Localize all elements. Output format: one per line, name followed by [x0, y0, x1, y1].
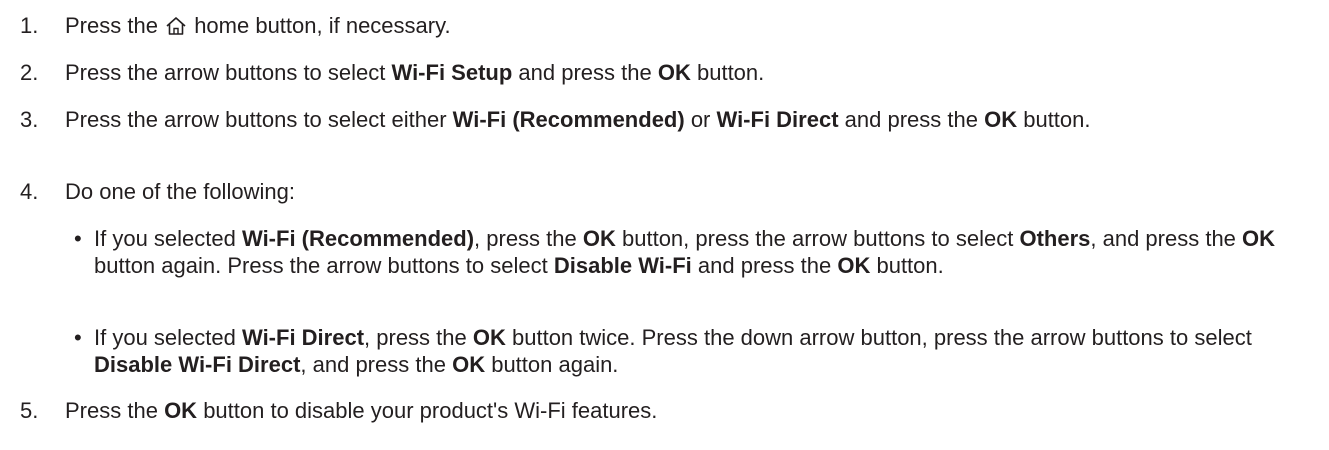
- bullet-text-part: , press the: [364, 325, 467, 350]
- menu-option-name: Wi-Fi Direct: [242, 325, 365, 350]
- bullet-text-part: , and press the: [300, 352, 446, 377]
- menu-option-name: Wi-Fi Direct: [716, 107, 839, 132]
- menu-option-name: Disable Wi-Fi: [553, 253, 692, 278]
- step-text: Press the home button, if necessary.: [65, 12, 1315, 39]
- step-text: Press the arrow buttons to select either…: [65, 106, 1315, 133]
- menu-option-name: Disable Wi-Fi Direct: [94, 352, 301, 377]
- bullet-text: If you selected Wi-Fi Direct, press the …: [94, 324, 1319, 378]
- bullet-text-part: If you selected: [94, 325, 236, 350]
- step-text-part: Press the: [65, 398, 158, 423]
- instruction-list: 1. Press the home button, if necessary. …: [0, 0, 1329, 450]
- bullet-text-part: button twice. Press the down arrow butto…: [512, 325, 1252, 350]
- home-icon: [166, 17, 186, 35]
- step-text-part: Press the: [65, 13, 158, 38]
- step-text-part: button.: [696, 60, 765, 85]
- menu-option-name: Others: [1019, 226, 1091, 251]
- menu-option-name: Wi-Fi (Recommended): [452, 107, 685, 132]
- step-text-part: button to disable your product's Wi-Fi f…: [203, 398, 658, 423]
- menu-option-name: Wi-Fi Setup: [391, 60, 513, 85]
- bullet-text-part: If you selected: [94, 226, 236, 251]
- button-name: OK: [657, 60, 691, 85]
- step-text-part: button.: [1023, 107, 1091, 132]
- step-number: 3.: [20, 107, 39, 132]
- button-name: OK: [164, 398, 198, 423]
- menu-option-name: Wi-Fi (Recommended): [242, 226, 475, 251]
- step-number: 5.: [20, 398, 39, 423]
- step-text: Press the OK button to disable your prod…: [65, 397, 1315, 424]
- bullet-text-part: , press the: [474, 226, 577, 251]
- step-text-part: and press the: [518, 60, 652, 85]
- button-name: OK: [472, 325, 506, 350]
- button-name: OK: [582, 226, 616, 251]
- step-number: 2.: [20, 60, 39, 85]
- button-name: OK: [1242, 226, 1276, 251]
- bullet-text-part: button.: [876, 253, 944, 278]
- bullet-text-part: and press the: [697, 253, 832, 278]
- button-name: OK: [452, 352, 486, 377]
- bullet-icon: •: [74, 325, 82, 350]
- step-text: Press the arrow buttons to select Wi-Fi …: [65, 59, 1315, 86]
- button-name: OK: [837, 253, 871, 278]
- bullet-text: If you selected Wi-Fi (Recommended), pre…: [94, 225, 1319, 279]
- step-text-part: home button, if necessary.: [194, 13, 451, 38]
- bullet-icon: •: [74, 226, 82, 251]
- step-text: Do one of the following:: [65, 179, 295, 204]
- step-text-part: and press the: [844, 107, 978, 132]
- button-name: OK: [984, 107, 1018, 132]
- step-text-part: or: [690, 107, 711, 132]
- bullet-text-part: , and press the: [1090, 226, 1236, 251]
- step-number: 1.: [20, 13, 39, 38]
- step-number: 4.: [20, 179, 39, 204]
- bullet-text-part: button again.: [491, 352, 619, 377]
- bullet-text-part: button, press the arrow buttons to selec…: [622, 226, 1014, 251]
- bullet-text-part: button again. Press the arrow buttons to…: [94, 253, 548, 278]
- step-text-part: Press the arrow buttons to select either: [65, 107, 447, 132]
- step-text-part: Press the arrow buttons to select: [65, 60, 386, 85]
